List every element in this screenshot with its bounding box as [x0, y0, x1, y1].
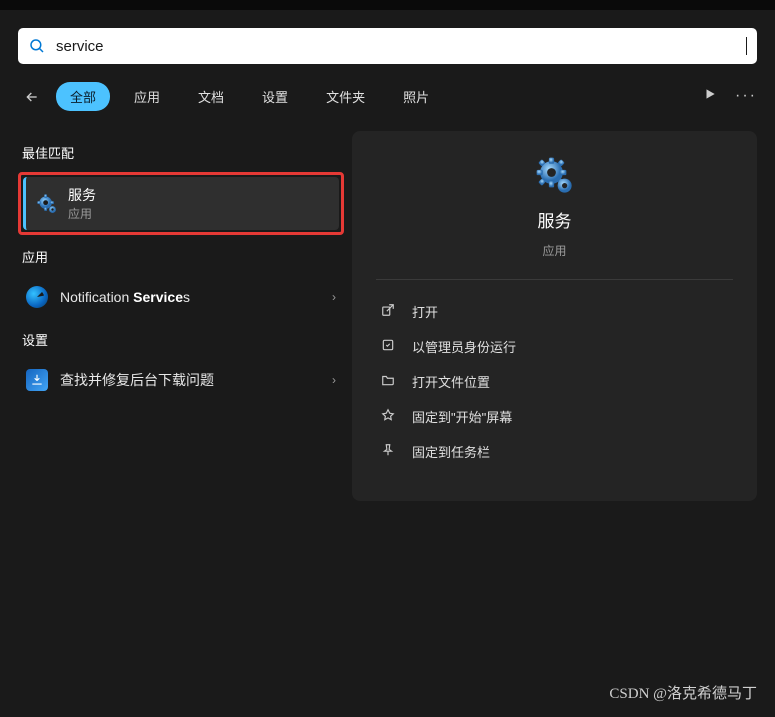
preview-subtitle: 应用: [542, 242, 566, 259]
search-bar[interactable]: [18, 28, 757, 64]
action-label: 以管理员身份运行: [412, 337, 516, 356]
app-result-label: Notification Services: [60, 289, 320, 305]
download-troubleshoot-icon: [26, 369, 48, 391]
shield-icon: [380, 338, 396, 355]
section-settings: 设置: [22, 330, 344, 349]
best-match-highlight: 服务 应用: [18, 172, 344, 235]
pin-taskbar-icon: [380, 443, 396, 460]
best-match-item[interactable]: 服务 应用: [23, 177, 339, 230]
action-pin-to-start[interactable]: 固定到"开始"屏幕: [376, 399, 733, 434]
back-button[interactable]: [18, 83, 46, 111]
chevron-right-icon: ›: [332, 373, 336, 387]
filter-chips: 全部 应用 文档 设置 文件夹 照片: [56, 82, 703, 111]
settings-result-label: 查找并修复后台下载问题: [60, 370, 320, 390]
edge-icon: [26, 286, 48, 308]
best-match-title: 服务: [68, 185, 96, 205]
preview-actions: 打开 以管理员身份运行 打开文件位置 固定到"开始"屏幕 固定到任务栏: [376, 294, 733, 469]
app-result-item[interactable]: Notification Services ›: [18, 276, 344, 318]
chevron-right-icon: ›: [332, 290, 336, 304]
text-cursor: [746, 37, 747, 55]
preview-title: 服务: [538, 207, 572, 232]
action-run-as-admin[interactable]: 以管理员身份运行: [376, 329, 733, 364]
filter-docs[interactable]: 文档: [184, 82, 238, 111]
preview-pane: 服务 应用 打开 以管理员身份运行 打开文件位置 固定到"开: [352, 131, 757, 501]
action-label: 固定到任务栏: [412, 442, 490, 461]
action-label: 打开文件位置: [412, 372, 490, 391]
more-icon[interactable]: ···: [735, 87, 757, 106]
results-list: 最佳匹配 服务 应用 应用 Notification Services: [18, 131, 344, 501]
filter-apps[interactable]: 应用: [120, 82, 174, 111]
filter-settings[interactable]: 设置: [248, 82, 302, 111]
filter-photos[interactable]: 照片: [389, 82, 443, 111]
preview-app-icon: [534, 155, 576, 197]
action-open-file-location[interactable]: 打开文件位置: [376, 364, 733, 399]
action-open[interactable]: 打开: [376, 294, 733, 329]
filter-folders[interactable]: 文件夹: [312, 82, 379, 111]
open-icon: [380, 303, 396, 320]
folder-icon: [380, 373, 396, 390]
services-gear-icon: [36, 193, 58, 215]
search-input[interactable]: [56, 38, 744, 55]
action-label: 打开: [412, 302, 438, 321]
action-pin-to-taskbar[interactable]: 固定到任务栏: [376, 434, 733, 469]
section-best-match: 最佳匹配: [22, 143, 344, 162]
action-label: 固定到"开始"屏幕: [412, 407, 512, 426]
best-match-subtitle: 应用: [68, 205, 96, 222]
watermark: CSDN @洛克希德马丁: [609, 682, 757, 703]
play-icon[interactable]: [703, 87, 717, 106]
search-icon: [28, 37, 46, 55]
settings-result-item[interactable]: 查找并修复后台下载问题 ›: [18, 359, 344, 401]
section-apps: 应用: [22, 247, 344, 266]
filter-all[interactable]: 全部: [56, 82, 110, 111]
pin-icon: [380, 408, 396, 425]
